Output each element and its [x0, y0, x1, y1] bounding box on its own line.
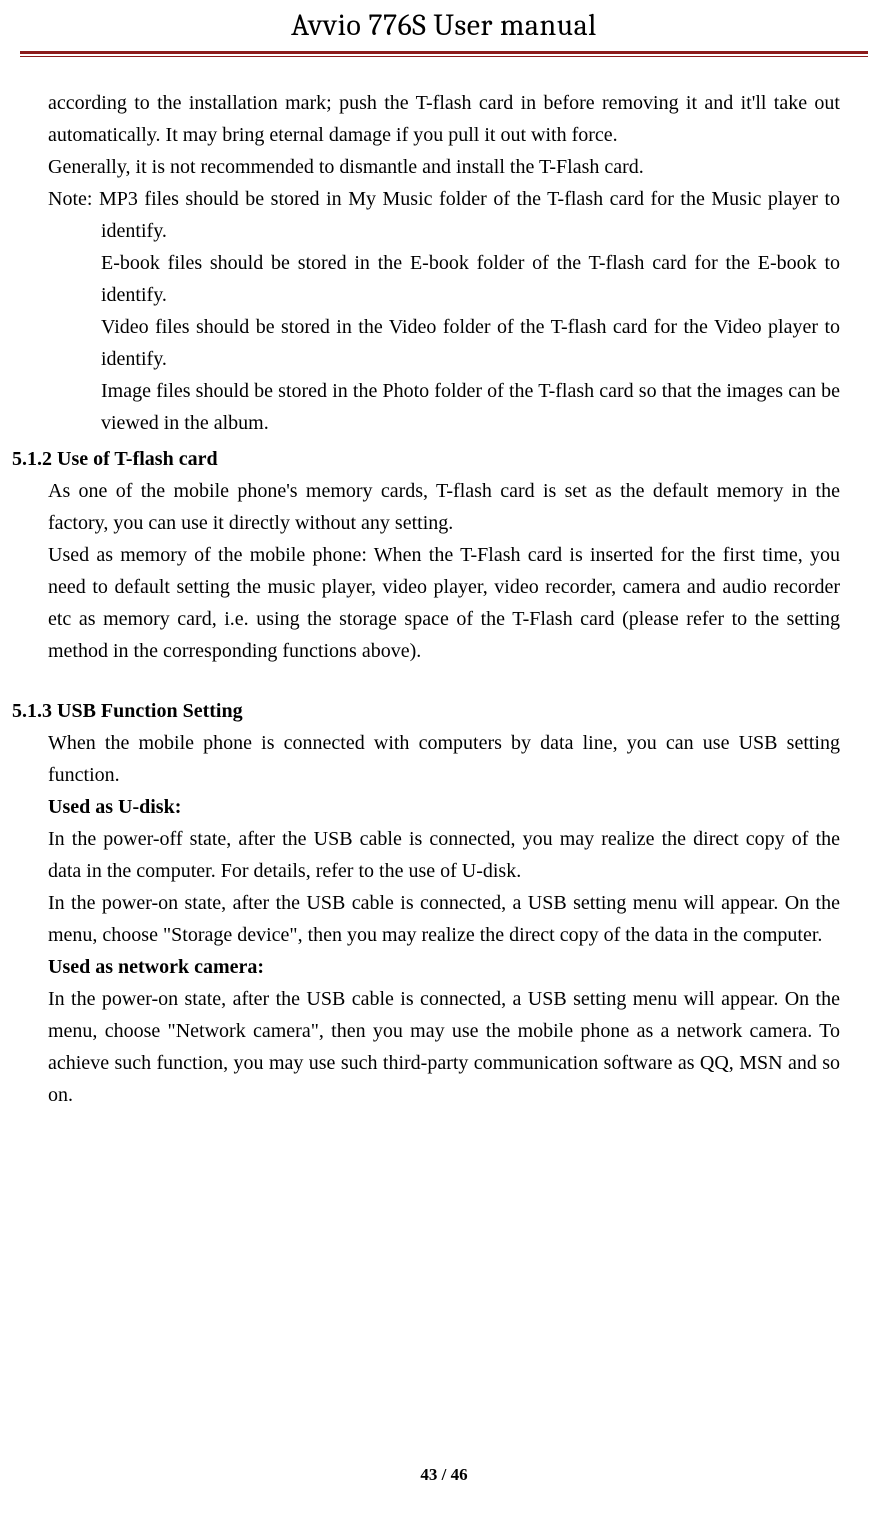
page-number: 43 / 46	[420, 1465, 467, 1484]
note-line: E-book files should be stored in the E-b…	[48, 247, 840, 311]
section-heading-512: 5.1.2 Use of T-flash card	[12, 443, 840, 475]
section-heading-513: 5.1.3 USB Function Setting	[12, 695, 840, 727]
page-footer: 43 / 46	[0, 1465, 888, 1485]
note-line: Image files should be stored in the Phot…	[48, 375, 840, 439]
header-title: Avvio 776S User manual	[0, 8, 888, 43]
note-line: Note: MP3 files should be stored in My M…	[48, 183, 840, 247]
paragraph: When the mobile phone is connected with …	[48, 727, 840, 791]
paragraph: As one of the mobile phone's memory card…	[48, 475, 840, 539]
page-header: Avvio 776S User manual	[0, 0, 888, 49]
paragraph: Used as memory of the mobile phone: When…	[48, 539, 840, 667]
paragraph: Generally, it is not recommended to dism…	[48, 151, 840, 183]
page-content: according to the installation mark; push…	[0, 57, 888, 1111]
subheading-netcam: Used as network camera:	[48, 951, 840, 983]
paragraph: In the power-off state, after the USB ca…	[48, 823, 840, 887]
subheading-udisk: Used as U-disk:	[48, 791, 840, 823]
note-line: Video files should be stored in the Vide…	[48, 311, 840, 375]
paragraph: In the power-on state, after the USB cab…	[48, 887, 840, 951]
paragraph: according to the installation mark; push…	[48, 87, 840, 151]
paragraph: In the power-on state, after the USB cab…	[48, 983, 840, 1111]
